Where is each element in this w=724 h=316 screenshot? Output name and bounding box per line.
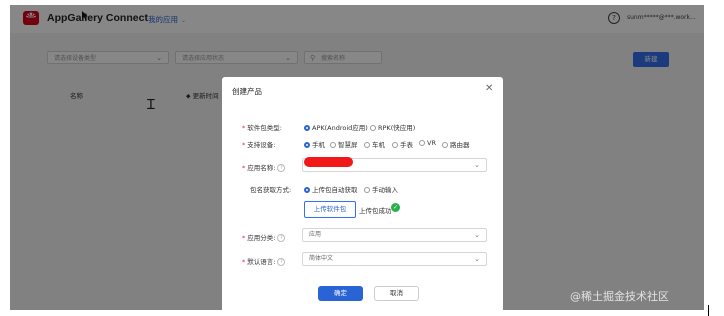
app-name-label: * 应用名称:? xyxy=(242,162,286,172)
app-page: AppGallery Connect 我的应用 ⌄ ? sunm*****@***… xyxy=(10,5,704,310)
chevron-down-icon: ⌄ xyxy=(474,255,480,263)
create-product-dialog: 创建产品 ✕ * 软件包类型: APK(Android应用) RPK(快应用) *… xyxy=(222,77,503,310)
language-value: 简体中文 xyxy=(309,255,334,262)
radio-device-vr[interactable]: VR xyxy=(419,139,436,147)
radio-auto-from-upload[interactable]: 上传包自动获取 xyxy=(304,184,358,194)
radio-device-car[interactable]: 车机 xyxy=(364,139,385,149)
help-icon[interactable]: ? xyxy=(277,234,286,242)
package-name-method-label: 包名获取方式: xyxy=(250,186,292,194)
radio-device-watch[interactable]: 手表 xyxy=(392,139,413,149)
close-icon[interactable]: ✕ xyxy=(485,83,493,94)
radio-manual-input[interactable]: 手动输入 xyxy=(364,184,398,194)
category-label: * 应用分类:? xyxy=(242,232,286,242)
devices-label: * 支持设备: xyxy=(242,141,276,149)
upload-package-button[interactable]: 上传软件包 xyxy=(304,201,356,218)
redaction-mark xyxy=(304,157,353,167)
radio-device-router[interactable]: 路由器 xyxy=(442,139,470,149)
watermark-text: @稀土掘金技术社区 xyxy=(570,290,669,303)
radio-apk[interactable]: APK(Android应用) xyxy=(304,122,368,132)
radio-device-phone[interactable]: 手机 xyxy=(304,139,325,149)
success-check-icon: ✓ xyxy=(391,203,400,212)
confirm-button[interactable]: 确定 xyxy=(318,286,363,301)
package-type-label: * 软件包类型: xyxy=(242,124,282,132)
category-value: 应用 xyxy=(309,231,322,238)
chevron-down-icon: ⌄ xyxy=(474,231,480,239)
category-select[interactable]: 应用 ⌄ xyxy=(302,228,487,242)
help-icon[interactable]: ? xyxy=(277,164,286,172)
radio-rpk[interactable]: RPK(快应用) xyxy=(370,122,415,132)
upload-status-text: 上传包成功 xyxy=(359,207,392,215)
language-label: * 默认语言:? xyxy=(242,256,286,266)
cancel-button[interactable]: 取消 xyxy=(374,286,419,301)
text-caret-mark xyxy=(708,305,709,316)
chevron-down-icon: ⌄ xyxy=(474,161,480,169)
language-select[interactable]: 简体中文 ⌄ xyxy=(302,252,487,266)
dialog-title: 创建产品 xyxy=(232,87,262,96)
help-icon[interactable]: ? xyxy=(277,258,286,266)
radio-device-smartscreen[interactable]: 智慧屏 xyxy=(330,139,358,149)
